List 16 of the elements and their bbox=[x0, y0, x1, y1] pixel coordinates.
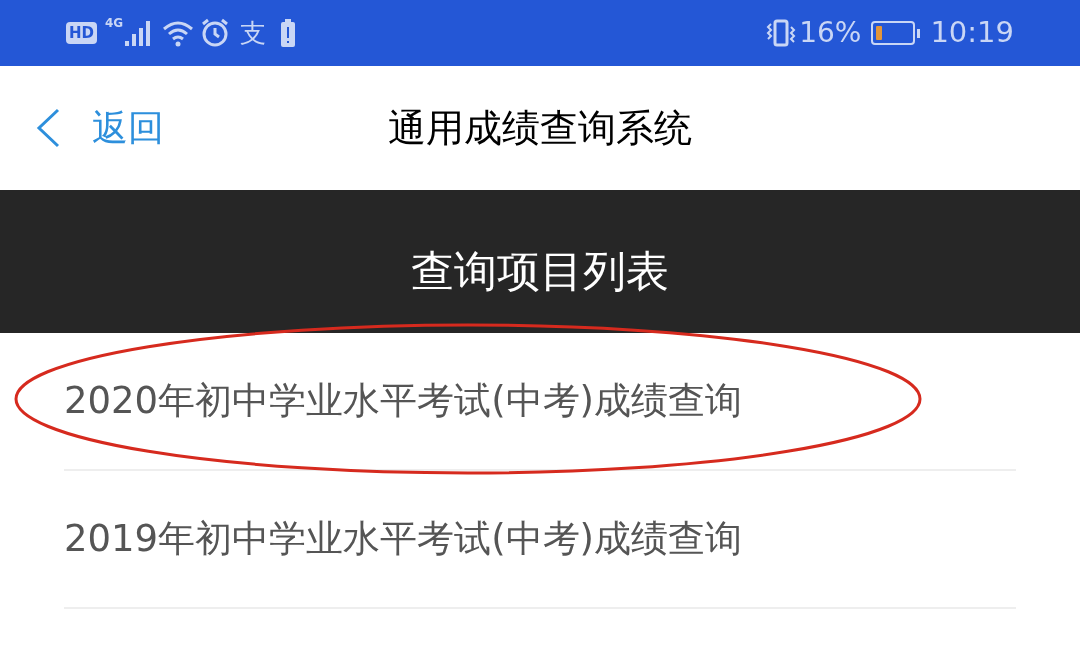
wifi-icon bbox=[162, 19, 195, 47]
clock-time: 10:19 bbox=[930, 14, 1014, 52]
battery-percent: 16% bbox=[799, 15, 862, 51]
section-header: 查询项目列表 bbox=[0, 190, 1080, 333]
vibrate-icon bbox=[765, 18, 798, 48]
hd-icon: HD bbox=[66, 22, 97, 44]
page-title: 通用成绩查询系统 bbox=[388, 104, 692, 152]
battery-icon bbox=[871, 21, 921, 45]
signal-icon bbox=[124, 19, 153, 47]
query-item[interactable]: 2020年初中学业水平考试(中考)成绩查询 bbox=[64, 373, 743, 429]
alarm-icon bbox=[200, 18, 231, 48]
app-glyph: 支 bbox=[240, 20, 267, 46]
back-chevron-icon bbox=[34, 107, 62, 149]
battery-alert-icon bbox=[280, 18, 297, 48]
query-item[interactable]: 2019年初中学业水平考试(中考)成绩查询 bbox=[64, 511, 743, 567]
network-type: 4G bbox=[105, 15, 124, 32]
